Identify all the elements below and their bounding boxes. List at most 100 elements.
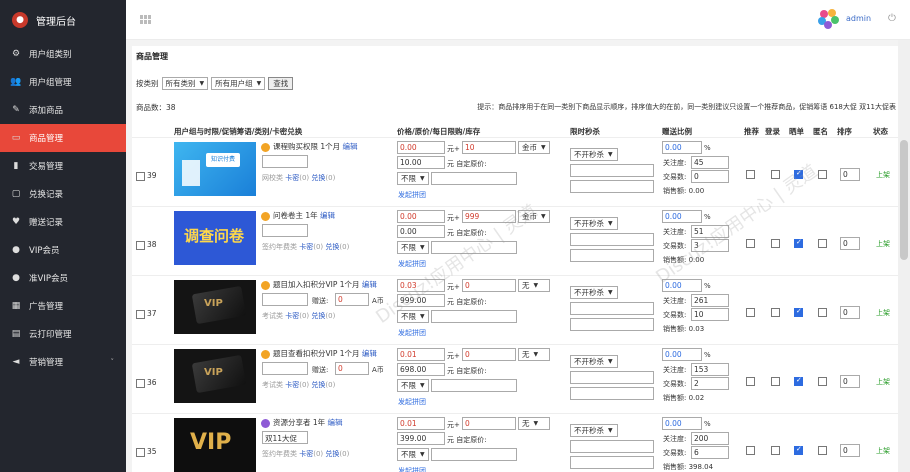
- avatar[interactable]: [817, 8, 841, 30]
- sort-input[interactable]: 0: [840, 375, 860, 388]
- sidebar-item[interactable]: ▦ 广告管理: [0, 292, 126, 320]
- orig-price-input[interactable]: 0.00: [397, 225, 445, 238]
- row-checkbox[interactable]: [136, 379, 145, 388]
- login-checkbox[interactable]: [771, 308, 780, 317]
- sunny-checkbox[interactable]: [794, 445, 803, 455]
- sunny-checkbox[interactable]: [794, 376, 803, 386]
- group-buy-link[interactable]: 发起拼团: [398, 190, 426, 200]
- anon-checkbox[interactable]: [818, 239, 827, 248]
- currency-select[interactable]: 无 ▼: [518, 417, 550, 430]
- seckill-input[interactable]: [570, 371, 654, 384]
- login-checkbox[interactable]: [771, 239, 780, 248]
- deal-input[interactable]: 2: [691, 377, 729, 390]
- sidebar-item[interactable]: ▢ 兑换记录: [0, 180, 126, 208]
- row-checkbox[interactable]: [136, 310, 145, 319]
- limit-select[interactable]: 不限 ▼: [397, 172, 429, 185]
- currency-select[interactable]: 金币 ▼: [518, 210, 550, 223]
- anon-checkbox[interactable]: [818, 377, 827, 386]
- scrollbar[interactable]: [898, 40, 910, 472]
- gift-currency-input[interactable]: 0: [335, 362, 369, 375]
- seckill-select[interactable]: 不开秒杀 ▼: [570, 286, 618, 299]
- promo-input[interactable]: [262, 155, 308, 168]
- category-select[interactable]: 所有类别 ▼: [161, 77, 209, 90]
- sunny-checkbox[interactable]: [794, 238, 803, 248]
- gift-ratio-input[interactable]: 0.00: [662, 417, 702, 430]
- gift-ratio-input[interactable]: 0.00: [662, 141, 702, 154]
- gift-currency-input[interactable]: 0: [335, 293, 369, 306]
- redeem-link[interactable]: 兑换: [311, 174, 325, 182]
- group-buy-link[interactable]: 发起拼团: [398, 328, 426, 338]
- sunny-checkbox[interactable]: [794, 307, 803, 317]
- seckill-input[interactable]: [570, 164, 654, 177]
- seckill-select[interactable]: 不开秒杀 ▼: [570, 217, 618, 230]
- promo-input[interactable]: [262, 293, 308, 306]
- status-link[interactable]: 上架: [876, 446, 890, 456]
- orig-price-input[interactable]: 698.00: [397, 363, 445, 376]
- group-buy-link[interactable]: 发起拼团: [398, 466, 426, 472]
- anon-checkbox[interactable]: [818, 446, 827, 455]
- price-input[interactable]: 0.00: [397, 141, 445, 154]
- limit-select[interactable]: 不限 ▼: [397, 448, 429, 461]
- redeem-link[interactable]: 兑换: [325, 243, 339, 251]
- stock-input[interactable]: [431, 379, 517, 392]
- promo-input[interactable]: [262, 362, 308, 375]
- recommend-checkbox[interactable]: [746, 308, 755, 317]
- card-link[interactable]: 卡密: [285, 174, 299, 182]
- edit-link[interactable]: 编辑: [343, 142, 358, 151]
- group-select[interactable]: 所有用户组 ▼: [211, 77, 266, 90]
- sort-input[interactable]: 0: [840, 444, 860, 457]
- plus-input[interactable]: 0: [462, 279, 516, 292]
- price-input[interactable]: 0.03: [397, 279, 445, 292]
- price-input[interactable]: 0.00: [397, 210, 445, 223]
- attention-input[interactable]: 200: [691, 432, 729, 445]
- price-input[interactable]: 0.01: [397, 417, 445, 430]
- search-button[interactable]: 查找: [268, 77, 294, 90]
- seckill-input[interactable]: [570, 249, 654, 262]
- redeem-link[interactable]: 兑换: [311, 381, 325, 389]
- card-link[interactable]: 卡密: [285, 312, 299, 320]
- sidebar-item[interactable]: ◄ 营销管理 ˅: [0, 348, 126, 376]
- recommend-checkbox[interactable]: [746, 446, 755, 455]
- login-checkbox[interactable]: [771, 446, 780, 455]
- currency-select[interactable]: 金币 ▼: [518, 141, 550, 154]
- sidebar-item[interactable]: 👥 用户组管理: [0, 68, 126, 96]
- orig-price-input[interactable]: 399.00: [397, 432, 445, 445]
- seckill-select[interactable]: 不开秒杀 ▼: [570, 424, 618, 437]
- status-link[interactable]: 上架: [876, 170, 890, 180]
- edit-link[interactable]: 编辑: [362, 280, 377, 289]
- limit-select[interactable]: 不限 ▼: [397, 310, 429, 323]
- seckill-input[interactable]: [570, 318, 654, 331]
- sort-input[interactable]: 0: [840, 237, 860, 250]
- power-icon[interactable]: ⏻: [888, 13, 896, 24]
- status-link[interactable]: 上架: [876, 377, 890, 387]
- redeem-link[interactable]: 兑换: [325, 450, 339, 458]
- sidebar-item[interactable]: ● 准VIP会员: [0, 264, 126, 292]
- group-buy-link[interactable]: 发起拼团: [398, 397, 426, 407]
- plus-input[interactable]: 999: [462, 210, 516, 223]
- sidebar-item[interactable]: ⚙ 用户组类别: [0, 40, 126, 68]
- limit-select[interactable]: 不限 ▼: [397, 241, 429, 254]
- edit-link[interactable]: 编辑: [362, 349, 377, 358]
- seckill-input[interactable]: [570, 387, 654, 400]
- sidebar-item[interactable]: ▮ 交易管理: [0, 152, 126, 180]
- stock-input[interactable]: [431, 310, 517, 323]
- seckill-input[interactable]: [570, 180, 654, 193]
- seckill-select[interactable]: 不开秒杀 ▼: [570, 148, 618, 161]
- seckill-input[interactable]: [570, 440, 654, 453]
- attention-input[interactable]: 261: [691, 294, 729, 307]
- currency-select[interactable]: 无 ▼: [518, 279, 550, 292]
- promo-input[interactable]: [262, 224, 308, 237]
- card-link[interactable]: 卡密: [299, 450, 313, 458]
- brand[interactable]: ● 管理后台: [0, 0, 126, 40]
- stock-input[interactable]: [431, 241, 517, 254]
- price-input[interactable]: 0.01: [397, 348, 445, 361]
- row-checkbox[interactable]: [136, 172, 145, 181]
- menu-toggle-icon[interactable]: [140, 15, 151, 24]
- attention-input[interactable]: 51: [691, 225, 729, 238]
- plus-input[interactable]: 0: [462, 348, 516, 361]
- deal-input[interactable]: 0: [691, 170, 729, 183]
- currency-select[interactable]: 无 ▼: [518, 348, 550, 361]
- promo-input[interactable]: 双11大促: [262, 431, 308, 444]
- sidebar-item[interactable]: ▤ 云打印管理: [0, 320, 126, 348]
- anon-checkbox[interactable]: [818, 170, 827, 179]
